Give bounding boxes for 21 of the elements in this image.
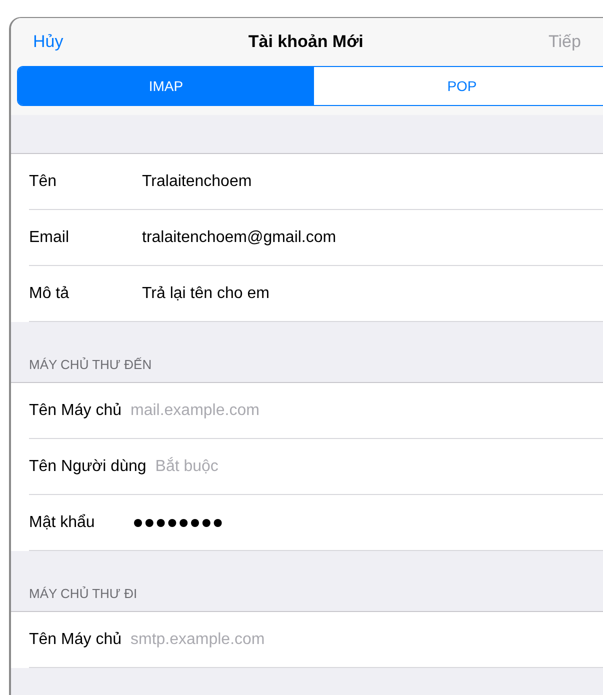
field-label: Tên Người dùng [29, 456, 146, 476]
input-field[interactable]: Tralaitenchoem [142, 170, 252, 194]
field-label: Mật khẩu [29, 512, 95, 532]
cancel-button[interactable]: Hủy [33, 29, 64, 55]
field-label: Mô tả [29, 284, 70, 304]
password-field[interactable] [134, 518, 222, 526]
field-label: Tên Máy chủ [29, 400, 122, 420]
input-field[interactable]: Bắt buộc [155, 454, 218, 478]
field-label: Tên Máy chủ [29, 630, 122, 650]
input-field[interactable]: mail.example.com [130, 398, 260, 422]
input-field[interactable]: tralaitenchoem@gmail.com [142, 226, 336, 250]
section-header: MÁY CHỦ THƯ ĐI [29, 584, 138, 602]
input-field[interactable]: Trả lại tên cho em [142, 282, 270, 306]
sheet-title: Tài khoản Mới [248, 31, 364, 54]
input-field[interactable]: smtp.example.com [130, 628, 265, 652]
field-label: Email [29, 228, 70, 248]
segment-tab[interactable]: POP [314, 67, 603, 105]
masked-dots-icon [134, 518, 222, 526]
section-header: MÁY CHỦ THƯ ĐẾN [29, 356, 152, 374]
segment-tab[interactable]: IMAP [18, 67, 314, 105]
field-label: Tên [29, 172, 58, 192]
